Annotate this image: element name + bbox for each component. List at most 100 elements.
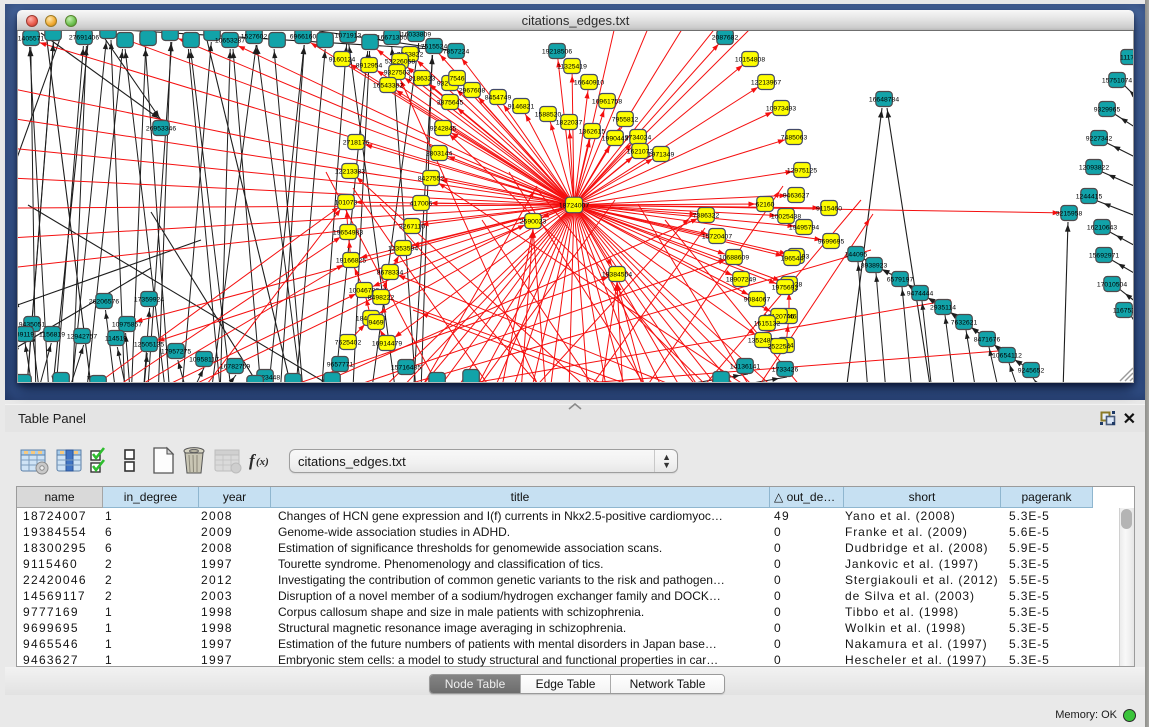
svg-text:9474444: 9474444 <box>907 290 934 297</box>
svg-text:12942757: 12942757 <box>67 333 97 340</box>
svg-text:1071913: 1071913 <box>335 32 362 39</box>
svg-text:18907249: 18907249 <box>726 276 756 283</box>
svg-text:19166825: 19166825 <box>336 257 366 264</box>
svg-text:1156819: 1156819 <box>39 331 65 338</box>
svg-text:9734024: 9734024 <box>625 134 652 141</box>
svg-text:7485063: 7485063 <box>781 134 808 141</box>
svg-text:1975692: 1975692 <box>772 284 799 291</box>
svg-text:6966160: 6966160 <box>290 33 317 40</box>
svg-text:196544: 196544 <box>781 255 804 262</box>
svg-text:8186323: 8186323 <box>409 75 436 82</box>
svg-text:252254: 252254 <box>768 343 791 350</box>
svg-text:(x): (x) <box>256 456 269 468</box>
svg-text:1822037: 1822037 <box>556 119 583 126</box>
svg-text:9242845: 9242845 <box>430 125 457 132</box>
svg-text:16648784: 16648784 <box>869 96 899 103</box>
svg-text:2718176: 2718176 <box>343 139 370 146</box>
svg-text:6579197: 6579197 <box>887 276 914 283</box>
svg-text:1733426: 1733426 <box>772 366 799 373</box>
svg-text:10654112: 10654112 <box>992 352 1022 359</box>
svg-text:1588520: 1588520 <box>535 111 562 118</box>
svg-text:10958117: 10958117 <box>189 356 219 363</box>
svg-text:9657771: 9657771 <box>327 361 354 368</box>
svg-text:16033809: 16033809 <box>401 31 431 38</box>
svg-text:26953346: 26953346 <box>146 125 176 132</box>
svg-text:9115460: 9115460 <box>816 205 842 212</box>
svg-text:19495794: 19495794 <box>789 224 819 231</box>
svg-text:3875645: 3875645 <box>437 99 464 106</box>
svg-text:15692971: 15692971 <box>1089 252 1119 259</box>
svg-text:16640910: 16640910 <box>574 79 604 86</box>
svg-text:1405571: 1405571 <box>18 35 44 42</box>
svg-text:2935114: 2935114 <box>930 304 956 311</box>
svg-text:1971349: 1971349 <box>648 151 675 158</box>
svg-text:16782759: 16782759 <box>220 363 250 370</box>
svg-text:10973493: 10973493 <box>766 105 796 112</box>
svg-text:7625402: 7625402 <box>335 339 362 346</box>
svg-text:3215958: 3215958 <box>1056 210 1083 217</box>
svg-text:1362615: 1362615 <box>579 128 606 135</box>
svg-text:12505135: 12505135 <box>134 341 164 348</box>
svg-text:11178: 11178 <box>1120 54 1134 61</box>
svg-text:9699695: 9699695 <box>818 238 845 245</box>
svg-text:12213967: 12213967 <box>751 79 781 86</box>
svg-text:116753: 116753 <box>1113 307 1134 314</box>
svg-text:17359924: 17359924 <box>134 296 164 303</box>
svg-text:12353594: 12353594 <box>388 245 418 252</box>
svg-text:39119: 39119 <box>18 331 34 338</box>
svg-text:10975857: 10975857 <box>112 321 142 328</box>
svg-text:8912954: 8912954 <box>356 62 383 69</box>
svg-text:16961758: 16961758 <box>592 98 622 105</box>
svg-text:18724007: 18724007 <box>559 202 589 209</box>
svg-text:2967608: 2967608 <box>459 87 486 94</box>
svg-text:19654983: 19654983 <box>333 229 363 236</box>
svg-text:8498222: 8498222 <box>368 294 395 301</box>
svg-text:9146821: 9146821 <box>508 103 535 110</box>
svg-text:3267110: 3267110 <box>399 223 425 230</box>
svg-text:15716485: 15716485 <box>391 364 421 371</box>
svg-text:1244415: 1244415 <box>1076 193 1103 200</box>
svg-text:17010504: 17010504 <box>1097 281 1127 288</box>
svg-text:1615132: 1615132 <box>754 320 781 327</box>
svg-text:19384554: 19384554 <box>602 271 632 278</box>
svg-text:16210643: 16210643 <box>1087 224 1117 231</box>
svg-text:16914479: 16914479 <box>372 340 402 347</box>
svg-text:9084067: 9084067 <box>744 296 771 303</box>
svg-text:101073: 101073 <box>335 199 358 206</box>
svg-text:8427552: 8427552 <box>418 175 445 182</box>
svg-text:7632621: 7632621 <box>951 319 978 326</box>
svg-text:7546: 7546 <box>449 75 464 82</box>
svg-text:2590023: 2590023 <box>520 218 547 225</box>
svg-text:14136141: 14136141 <box>730 363 760 370</box>
svg-text:9227342: 9227342 <box>1086 135 1113 142</box>
svg-text:10688609: 10688609 <box>719 254 749 261</box>
svg-text:12213383: 12213383 <box>335 168 365 175</box>
svg-text:8678334: 8678334 <box>377 269 404 276</box>
svg-text:16543382: 16543382 <box>373 82 403 89</box>
svg-text:15720407: 15720407 <box>702 233 732 240</box>
svg-text:8938923: 8938923 <box>861 262 888 269</box>
svg-text:9327503: 9327503 <box>384 69 411 76</box>
svg-text:2087682: 2087682 <box>712 34 739 41</box>
svg-text:9160124: 9160124 <box>329 56 356 63</box>
svg-text:114519: 114519 <box>105 335 127 342</box>
svg-text:62160: 62160 <box>756 201 775 208</box>
svg-text:15751074: 15751074 <box>1102 77 1132 84</box>
svg-text:7386322: 7386322 <box>693 212 720 219</box>
svg-text:17957275: 17957275 <box>161 348 191 355</box>
svg-text:2803144: 2803144 <box>426 150 453 157</box>
svg-text:9245652: 9245652 <box>1018 367 1045 374</box>
svg-text:11325419: 11325419 <box>557 63 587 70</box>
svg-text:26206576: 26206576 <box>89 298 119 305</box>
svg-text:10154808: 10154808 <box>735 56 765 63</box>
svg-text:9329965: 9329965 <box>1094 106 1121 113</box>
svg-text:12093822: 12093822 <box>1079 164 1109 171</box>
svg-text:9469: 9469 <box>368 319 383 326</box>
svg-text:8454749: 8454749 <box>485 94 512 101</box>
svg-text:10025438: 10025438 <box>771 213 801 220</box>
svg-text:7955812: 7955812 <box>612 116 639 123</box>
svg-text:19218506: 19218506 <box>542 48 572 55</box>
svg-text:7857224: 7857224 <box>443 48 470 55</box>
svg-text:417006: 417006 <box>410 200 433 207</box>
svg-text:12975125: 12975125 <box>787 167 817 174</box>
